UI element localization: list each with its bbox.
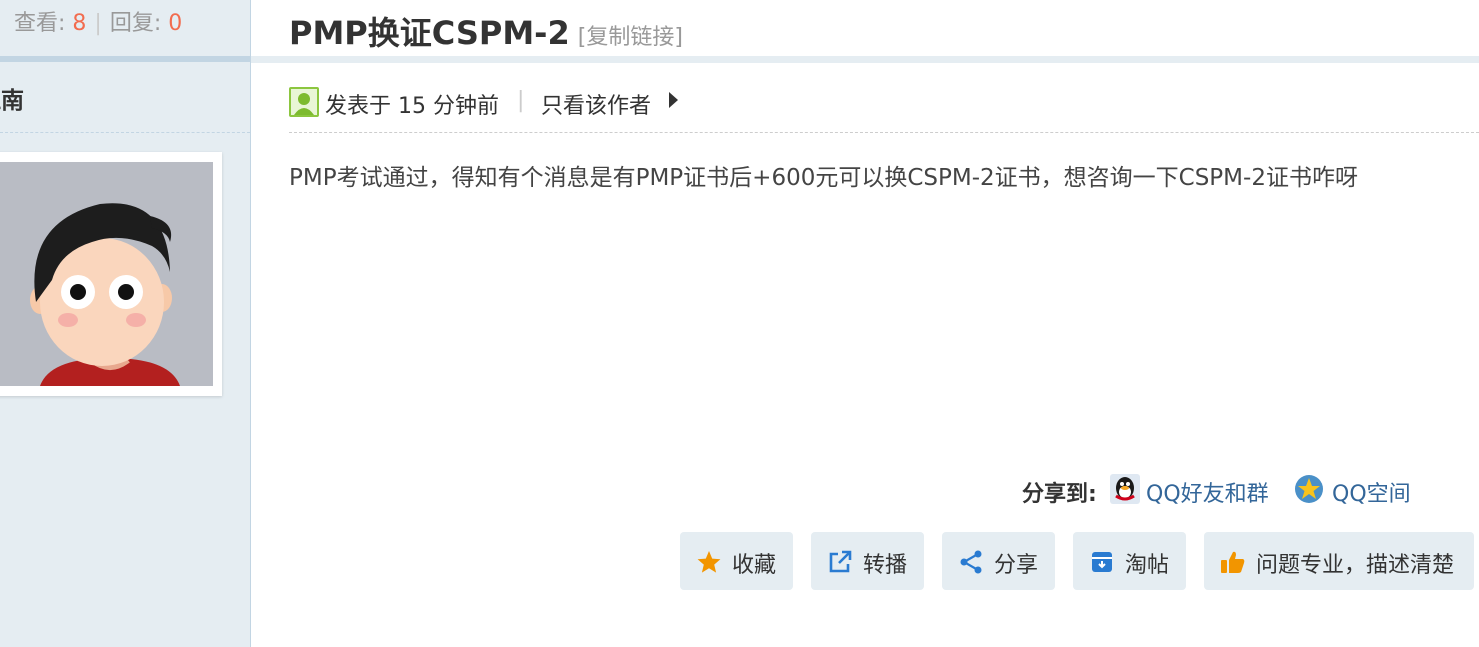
praise-label: 问题专业，描述清楚 xyxy=(1256,553,1455,578)
header-divider xyxy=(251,56,1479,63)
meta-divider: | xyxy=(517,88,525,113)
author-sidebar: 查看: 8 | 回复: 0 江南 xyxy=(0,0,251,647)
replies-label: 回复: xyxy=(109,11,162,36)
replies-count: 0 xyxy=(168,11,183,36)
thread-stats: 查看: 8 | 回复: 0 xyxy=(0,0,250,62)
author-name-text[interactable]: 江南 xyxy=(0,88,24,114)
post-time: 发表于 15 分钟前 xyxy=(325,94,499,119)
stats-divider: | xyxy=(94,11,102,36)
caret-right-icon[interactable] xyxy=(669,92,678,108)
author-name[interactable]: 江南 xyxy=(0,68,250,133)
favorite-label: 收藏 xyxy=(732,553,777,578)
praise-button[interactable]: 问题专业，描述清楚 xyxy=(1204,532,1474,590)
share-qq-friends[interactable]: QQ好友和群 xyxy=(1146,476,1269,508)
share-button-label: 分享 xyxy=(994,553,1039,578)
favorite-button[interactable]: 收藏 xyxy=(680,532,793,590)
qq-penguin-icon[interactable] xyxy=(1110,474,1140,504)
views-count: 8 xyxy=(72,11,87,36)
archive-icon xyxy=(1092,552,1112,572)
thread-title-wrap: PMP换证CSPM-2 [复制链接] xyxy=(289,8,683,54)
share-qzone[interactable]: QQ空间 xyxy=(1332,476,1411,508)
qzone-star-icon[interactable] xyxy=(1294,474,1324,504)
user-icon[interactable] xyxy=(289,87,319,117)
share-label: 分享到: xyxy=(1022,482,1097,507)
views-label: 查看: xyxy=(14,11,66,36)
thread-title: PMP换证CSPM-2 xyxy=(289,14,570,52)
forward-button[interactable]: 转播 xyxy=(811,532,924,590)
share-button[interactable]: 分享 xyxy=(942,532,1055,590)
copy-link-button[interactable]: [复制链接] xyxy=(578,25,683,50)
taobao-button[interactable]: 淘帖 xyxy=(1073,532,1186,590)
taobao-label: 淘帖 xyxy=(1125,553,1170,578)
avatar-image[interactable] xyxy=(0,162,213,386)
post-meta: 发表于 15 分钟前 | 只看该作者 xyxy=(289,80,1479,133)
share-icon xyxy=(960,550,982,574)
thread-header: PMP换证CSPM-2 [复制链接] xyxy=(251,0,1479,58)
forward-label: 转播 xyxy=(863,553,908,578)
avatar[interactable] xyxy=(0,152,222,396)
only-author-link[interactable]: 只看该作者 xyxy=(541,88,651,120)
thumbs-up-icon xyxy=(1221,551,1245,573)
post-content: PMP考试通过，得知有个消息是有PMP证书后+600元可以换CSPM-2证书，想… xyxy=(289,165,1358,191)
external-link-icon xyxy=(829,550,852,573)
star-icon xyxy=(697,551,721,573)
